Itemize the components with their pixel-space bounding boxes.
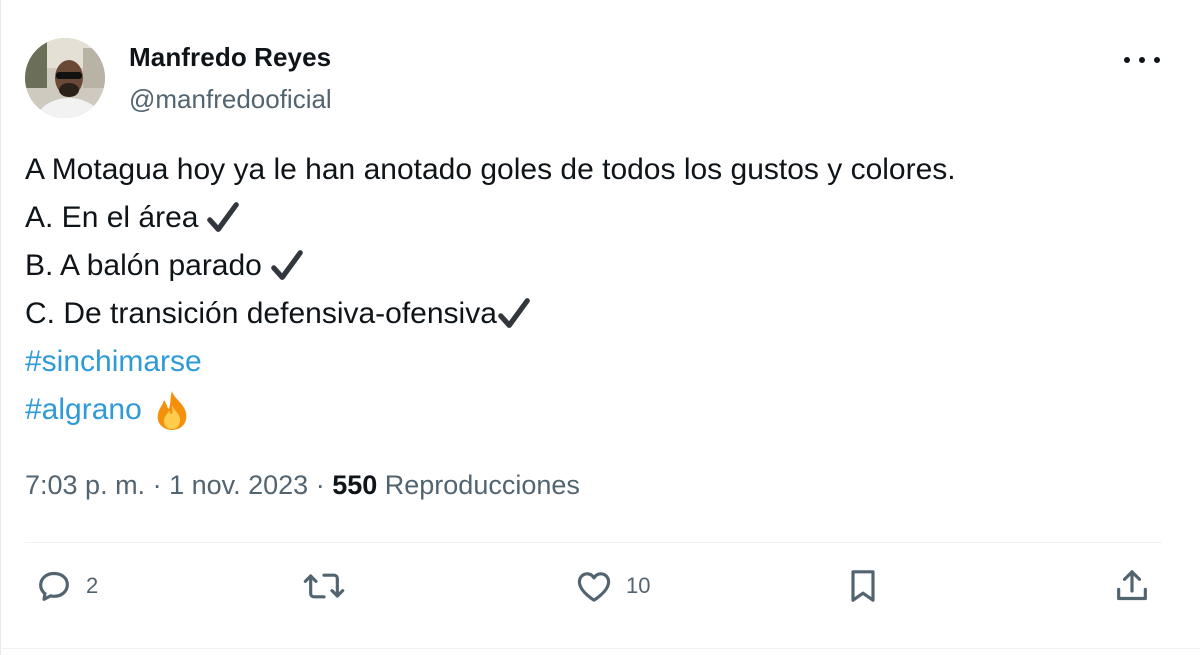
hashtag-link[interactable]: #algrano [25, 386, 142, 434]
avatar[interactable] [25, 38, 105, 118]
tweet-text: A Motagua hoy ya le han anotado goles de… [25, 146, 1175, 434]
views-count: 550 [332, 470, 378, 500]
tweet-card: Manfredo Reyes @manfredooficial A Motagu… [0, 0, 1200, 655]
share-icon [1117, 570, 1147, 601]
bookmark-button[interactable] [843, 566, 883, 606]
bookmark-icon [851, 570, 875, 602]
left-border [0, 0, 1, 655]
more-dot [1139, 57, 1145, 63]
author-handle[interactable]: @manfredooficial [129, 84, 332, 115]
tweet-line: A. En el área [25, 194, 1175, 242]
like-count: 10 [626, 573, 651, 598]
retweet-icon [303, 573, 345, 599]
tweet-date[interactable]: 1 nov. 2023 [169, 470, 308, 500]
avatar-photo [25, 38, 105, 118]
list-item-c: C. De transición defensiva-ofensiva [25, 297, 497, 330]
meta-separator: · [145, 470, 170, 500]
share-button[interactable] [1112, 566, 1152, 606]
heavy-check-mark-icon [498, 298, 530, 328]
reply-icon [39, 571, 69, 601]
reply-button[interactable]: 2 [34, 566, 98, 606]
tweet-line: #algrano [25, 386, 1175, 434]
meta-separator: · [308, 470, 333, 500]
like-button[interactable]: 10 [574, 566, 650, 606]
tweet-line: A Motagua hoy ya le han anotado goles de… [25, 146, 1175, 194]
more-horizontal-icon [1124, 57, 1130, 63]
author-display-name[interactable]: Manfredo Reyes [129, 42, 331, 73]
list-item-a: A. En el área [25, 201, 199, 234]
heavy-check-mark-icon [271, 250, 303, 280]
fire-emoji-icon [157, 391, 187, 430]
tweet-line-text: A Motagua hoy ya le han anotado goles de… [25, 153, 956, 186]
heavy-check-mark-icon [207, 202, 240, 232]
views-label: Reproducciones [377, 470, 580, 500]
tweet-line: #sinchimarse [25, 338, 1175, 386]
bottom-divider [0, 648, 1200, 649]
list-item-b: B. A balón parado [25, 249, 262, 282]
heart-icon [577, 572, 611, 602]
tweet-meta: 7:03 p. m. · 1 nov. 2023 · 550 Reproducc… [25, 470, 580, 501]
divider [25, 542, 1162, 543]
reply-count: 2 [86, 573, 99, 598]
hashtag-link[interactable]: #sinchimarse [25, 338, 202, 386]
retweet-button[interactable] [302, 566, 358, 606]
more-dot [1154, 57, 1160, 63]
tweet-line: C. De transición defensiva-ofensiva [25, 290, 1175, 338]
tweet-line: B. A balón parado [25, 242, 1175, 290]
more-options-button[interactable] [1124, 50, 1160, 70]
tweet-time[interactable]: 7:03 p. m. [25, 470, 145, 500]
